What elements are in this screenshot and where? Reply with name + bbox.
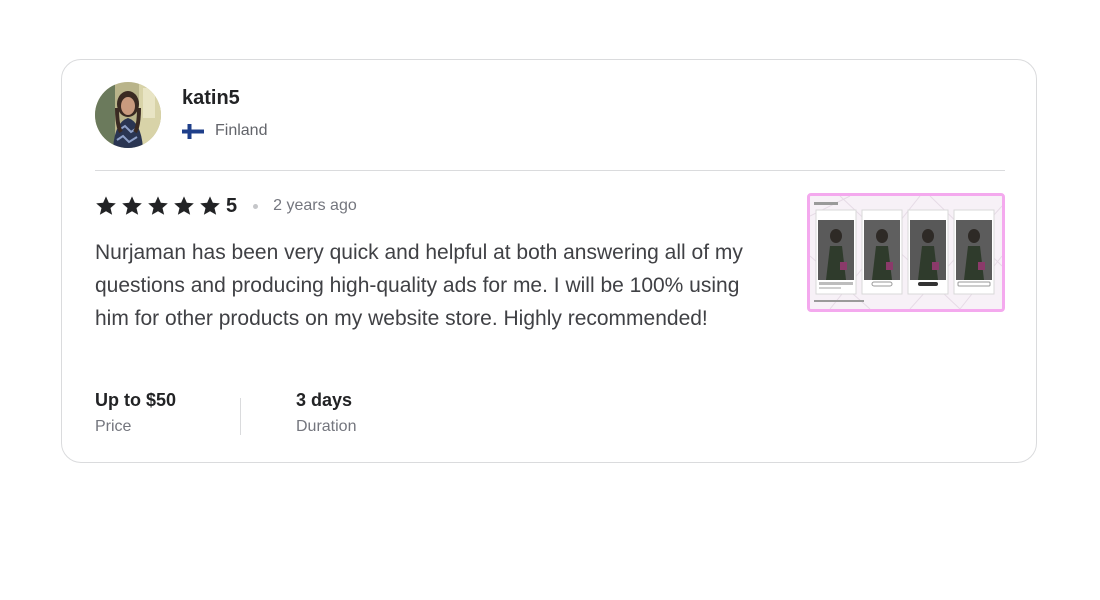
star-icon [200,196,220,215]
review-time: 2 years ago [273,197,357,214]
star-icon [96,196,116,215]
review-card: katin5 Finland 5 2 years ago Nurjaman ha… [61,59,1037,463]
reviewer-username[interactable]: katin5 [182,86,267,110]
rating-row: 5 2 years ago [95,194,357,218]
star-icon [174,196,194,215]
duration-label: Duration [296,418,357,435]
price-info: Up to $50 Price [95,388,240,437]
avatar-image [95,82,161,148]
duration-value: 3 days [296,390,353,410]
header-divider [95,170,1005,171]
country-name: Finland [215,122,268,139]
reviewer-info: katin5 Finland [182,82,267,140]
price-label: Price [95,418,132,435]
reviewer-header: katin5 Finland [95,82,267,148]
finland-flag-icon [182,123,204,139]
star-icon [148,196,168,215]
star-rating [95,195,225,217]
separator-dot [253,203,259,209]
review-text: Nurjaman has been very quick and helpful… [95,241,743,330]
duration-info: 3 days Duration [241,388,356,437]
rating-value: 5 [226,194,238,217]
order-meta: Up to $50 Price 3 days Duration [95,388,356,437]
review-attachment-thumbnail[interactable] [807,193,1005,312]
reviewer-avatar[interactable] [95,82,161,148]
attachment-image [810,196,1002,309]
reviewer-country: Finland [182,122,267,140]
star-icon [122,196,142,215]
price-value: Up to $50 [95,390,177,410]
